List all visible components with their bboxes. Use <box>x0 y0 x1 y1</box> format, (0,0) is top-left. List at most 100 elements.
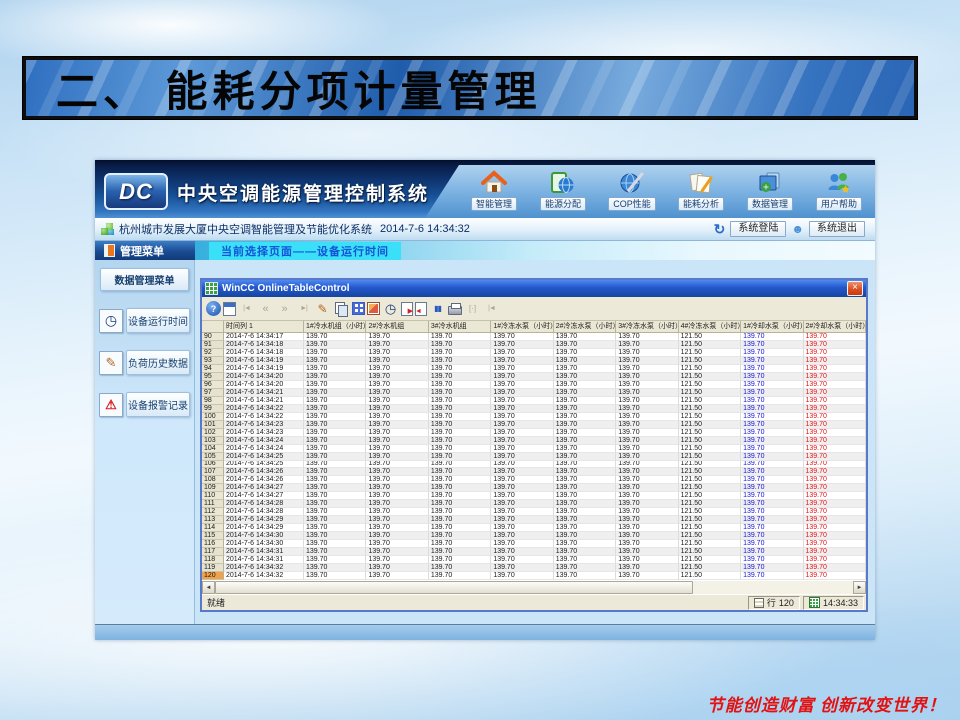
next-record-icon[interactable] <box>276 300 293 317</box>
table-row[interactable]: 1042014-7-6 14:34:24139.70139.70139.7013… <box>202 445 866 453</box>
value-cell: 139.70 <box>554 524 616 532</box>
sidebar-item-label[interactable]: 设备报警记录 <box>126 392 190 417</box>
value-cell: 139.70 <box>804 397 866 405</box>
table-row[interactable]: 1032014-7-6 14:34:24139.70139.70139.7013… <box>202 437 866 445</box>
prev-record-icon[interactable] <box>257 300 274 317</box>
table-row[interactable]: 1102014-7-6 14:34:27139.70139.70139.7013… <box>202 492 866 500</box>
nav-label[interactable]: 能源分配 <box>540 197 586 211</box>
nav-label[interactable]: 用户帮助 <box>816 197 862 211</box>
value-cell: 139.70 <box>554 373 616 381</box>
help-icon[interactable] <box>206 301 221 316</box>
column-header[interactable]: 1#冷冻水泵（小时） <box>491 321 553 333</box>
column-header[interactable]: 4#冷冻水泵（小时） <box>679 321 741 333</box>
nav-item-data-management[interactable]: 数据管理 <box>740 170 800 211</box>
free-range-icon[interactable] <box>464 300 481 317</box>
column-header[interactable]: 1#冷水机组（小时） <box>304 321 366 333</box>
table-row[interactable]: 1062014-7-6 14:34:25139.70139.70139.7013… <box>202 461 866 469</box>
table-row[interactable]: 1202014-7-6 14:34:32139.70139.70139.7013… <box>202 572 866 580</box>
wincc-window: WinCC OnlineTableControl 时间列 11#冷水机组（小时）… <box>200 278 868 612</box>
sidebar-item-label[interactable]: 设备运行时间 <box>126 308 190 333</box>
nav-item-user-help[interactable]: 用户帮助 <box>809 170 869 211</box>
wincc-titlebar[interactable]: WinCC OnlineTableControl <box>202 280 866 297</box>
table-row[interactable]: 1012014-7-6 14:34:23139.70139.70139.7013… <box>202 421 866 429</box>
table-row[interactable]: 1002014-7-6 14:34:22139.70139.70139.7013… <box>202 413 866 421</box>
value-cell: 139.70 <box>491 564 553 572</box>
value-cell: 139.70 <box>491 405 553 413</box>
sidebar-item-alarm-records[interactable]: 设备报警记录 <box>99 392 190 417</box>
table-row[interactable]: 992014-7-6 14:34:22139.70139.70139.70139… <box>202 405 866 413</box>
table-row[interactable]: 942014-7-6 14:34:19139.70139.70139.70139… <box>202 365 866 373</box>
sidebar-submenu-title[interactable]: 数据管理菜单 <box>100 268 189 291</box>
goto-last-icon[interactable] <box>483 300 500 317</box>
table-row[interactable]: 1082014-7-6 14:34:26139.70139.70139.7013… <box>202 476 866 484</box>
import-data-icon[interactable] <box>415 302 427 316</box>
row-number-cell: 91 <box>202 341 224 349</box>
table-row[interactable]: 932014-7-6 14:34:19139.70139.70139.70139… <box>202 357 866 365</box>
first-record-icon[interactable] <box>238 300 255 317</box>
column-header[interactable]: 2#冷冻水泵（小时） <box>554 321 616 333</box>
table-row[interactable]: 962014-7-6 14:34:20139.70139.70139.70139… <box>202 381 866 389</box>
pause-icon[interactable] <box>429 300 446 317</box>
nav-item-smart-management[interactable]: 智能管理 <box>464 170 524 211</box>
title-banner-inner: 二、 能耗分项计量管理 <box>26 60 914 116</box>
nav-item-energy-allocation[interactable]: 能源分配 <box>533 170 593 211</box>
table-row[interactable]: 1162014-7-6 14:34:30139.70139.70139.7013… <box>202 540 866 548</box>
table-row[interactable]: 952014-7-6 14:34:20139.70139.70139.70139… <box>202 373 866 381</box>
table-row[interactable]: 972014-7-6 14:34:21139.70139.70139.70139… <box>202 389 866 397</box>
table-row[interactable]: 1192014-7-6 14:34:32139.70139.70139.7013… <box>202 564 866 572</box>
nav-item-cop-performance[interactable]: COP性能 <box>602 170 662 211</box>
copy-icon[interactable] <box>333 300 350 317</box>
table-row[interactable]: 1152014-7-6 14:34:30139.70139.70139.7013… <box>202 532 866 540</box>
table-row[interactable]: 922014-7-6 14:34:18139.70139.70139.70139… <box>202 349 866 357</box>
last-record-icon[interactable] <box>295 300 312 317</box>
table-row[interactable]: 1142014-7-6 14:34:29139.70139.70139.7013… <box>202 524 866 532</box>
table-row[interactable]: 1132014-7-6 14:34:29139.70139.70139.7013… <box>202 516 866 524</box>
nav-item-energy-analysis[interactable]: 能耗分析 <box>671 170 731 211</box>
table-row[interactable]: 1092014-7-6 14:34:27139.70139.70139.7013… <box>202 484 866 492</box>
close-icon[interactable] <box>847 281 863 296</box>
column-header[interactable]: 3#冷冻水泵（小时） <box>616 321 678 333</box>
value-cell: 121.50 <box>679 461 741 469</box>
column-header[interactable]: 时间列 1 <box>224 321 304 333</box>
system-logout-button[interactable]: 系统退出 <box>809 221 865 237</box>
sidebar-item-label[interactable]: 负荷历史数据 <box>126 350 190 375</box>
table-row[interactable]: 1172014-7-6 14:34:31139.70139.70139.7013… <box>202 548 866 556</box>
scroll-left-icon[interactable]: ◄ <box>202 581 215 594</box>
scroll-right-icon[interactable]: ► <box>853 581 866 594</box>
column-header[interactable]: 1#冷却水泵（小时） <box>741 321 803 333</box>
nav-label[interactable]: 能耗分析 <box>678 197 724 211</box>
value-cell: 139.70 <box>366 500 428 508</box>
select-columns-icon[interactable] <box>352 302 365 315</box>
sidebar-item-device-runtime[interactable]: 设备运行时间 <box>99 308 190 333</box>
print-icon[interactable] <box>448 306 462 315</box>
nav-label[interactable]: COP性能 <box>608 197 656 211</box>
edit-pen-icon[interactable] <box>314 300 331 317</box>
table-row[interactable]: 1072014-7-6 14:34:26139.70139.70139.7013… <box>202 468 866 476</box>
value-cell: 139.70 <box>741 421 803 429</box>
table-row[interactable]: 1122014-7-6 14:34:28139.70139.70139.7013… <box>202 508 866 516</box>
table-row[interactable]: 1182014-7-6 14:34:31139.70139.70139.7013… <box>202 556 866 564</box>
table-row[interactable]: 1112014-7-6 14:34:28139.70139.70139.7013… <box>202 500 866 508</box>
table-row[interactable]: 1022014-7-6 14:34:23139.70139.70139.7013… <box>202 429 866 437</box>
time-range-icon[interactable] <box>382 300 399 317</box>
value-cell: 139.70 <box>616 365 678 373</box>
table-row[interactable]: 902014-7-6 14:34:17139.70139.70139.70139… <box>202 333 866 341</box>
row-number-cell: 101 <box>202 421 224 429</box>
footer-slogan: 节能创造财富 创新改变世界！ <box>707 691 946 716</box>
table-row[interactable]: 1052014-7-6 14:34:25139.70139.70139.7013… <box>202 453 866 461</box>
scrollbar-thumb[interactable] <box>215 581 693 594</box>
scrollbar-track[interactable] <box>693 581 853 594</box>
export-data-icon[interactable] <box>401 302 413 316</box>
nav-label[interactable]: 数据管理 <box>747 197 793 211</box>
column-header[interactable]: 3#冷水机组 <box>429 321 491 333</box>
column-header[interactable]: 2#冷水机组 <box>366 321 428 333</box>
table-row[interactable]: 982014-7-6 14:34:21139.70139.70139.70139… <box>202 397 866 405</box>
nav-label[interactable]: 智能管理 <box>471 197 517 211</box>
sidebar-item-load-history[interactable]: 负荷历史数据 <box>99 350 190 375</box>
table-row[interactable]: 912014-7-6 14:34:18139.70139.70139.70139… <box>202 341 866 349</box>
horizontal-scrollbar[interactable]: ◄ ► <box>202 580 866 594</box>
select-archive-icon[interactable] <box>367 302 380 315</box>
calendar-edit-icon[interactable] <box>223 302 236 316</box>
column-header[interactable]: 2#冷却水泵（小时） <box>804 321 866 333</box>
system-login-button[interactable]: 系统登陆 <box>730 221 786 237</box>
